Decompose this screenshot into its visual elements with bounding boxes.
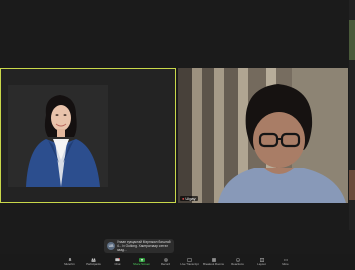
toolbar-label: Breakout Rooms xyxy=(203,262,224,266)
record-button[interactable]: Record xyxy=(154,254,178,270)
thumbnail-video xyxy=(349,170,355,200)
meeting-window: ● Ulgay UB Улаан хувцастай Мэргэжил багш… xyxy=(0,0,355,270)
reactions-button[interactable]: Reactions xyxy=(226,254,250,270)
breakout-rooms-button[interactable]: Breakout Rooms xyxy=(202,254,226,270)
video-tile-participant[interactable]: ● Ulgay xyxy=(178,68,348,203)
toolbar-label: Live Transcript xyxy=(180,262,199,266)
participants-button[interactable]: Participants xyxy=(82,254,106,270)
share-screen-button[interactable]: Share Screen xyxy=(130,254,154,270)
side-thumbnail-strip xyxy=(349,0,355,230)
toolbar-label: Chat xyxy=(114,262,121,266)
avatar: UB xyxy=(107,242,115,250)
meeting-toolbar: Mute/Un Participants Chat Share Screen R… xyxy=(0,254,355,270)
toolbar-label: Share Screen xyxy=(132,262,151,266)
chat-message-preview: Улаан хувцастай Мэргэжил багштай 4... Iv… xyxy=(117,240,171,252)
chat-notification[interactable]: UB Улаан хувцастай Мэргэжил багштай 4...… xyxy=(104,239,174,253)
portrait-image xyxy=(8,85,108,187)
mic-muted-icon: ● xyxy=(182,196,185,201)
toolbar-label: Participants xyxy=(86,262,101,266)
layout-button[interactable]: Layout xyxy=(250,254,274,270)
chat-button[interactable]: Chat xyxy=(106,254,130,270)
toolbar-label: More xyxy=(282,262,289,266)
toolbar-label: Reactions xyxy=(231,262,244,266)
thumbnail-video xyxy=(349,20,355,60)
toolbar-label: Mute/Un xyxy=(64,262,75,266)
mute-button[interactable]: Mute/Un xyxy=(58,254,82,270)
participant-name: Ulgay xyxy=(185,196,196,201)
toolbar-label: Record xyxy=(160,262,171,266)
video-tile-active-speaker[interactable] xyxy=(0,68,176,203)
participant-video xyxy=(178,68,348,203)
more-button[interactable]: More xyxy=(274,254,298,270)
toolbar-label: Layout xyxy=(257,262,266,266)
participant-name-label: ● Ulgay xyxy=(180,196,198,201)
participant-profile-photo xyxy=(8,85,108,187)
live-transcript-button[interactable]: Live Transcript xyxy=(178,254,202,270)
